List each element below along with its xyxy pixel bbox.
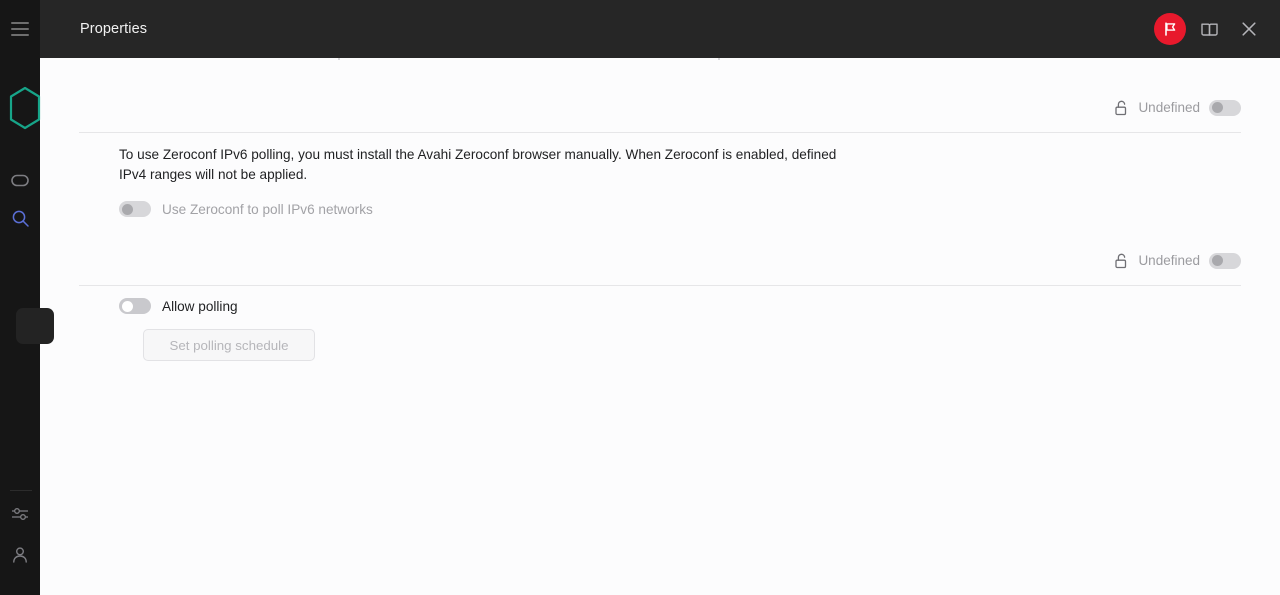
zeroconf-description: To use Zeroconf IPv6 polling, you must i…: [119, 147, 837, 182]
unlock-icon: [1115, 253, 1127, 268]
user-icon: [13, 547, 27, 563]
book-button[interactable]: [1192, 12, 1226, 46]
app-window: Properties Undefined To use Zeroconf IPv…: [0, 0, 1280, 595]
toggle-knob: [1212, 255, 1223, 266]
toggle-knob: [1212, 102, 1223, 113]
sidebar-active-item[interactable]: [16, 308, 54, 344]
tab-marker: [718, 58, 720, 60]
zeroconf-toggle[interactable]: [119, 201, 151, 217]
undefined-row: Undefined: [79, 83, 1241, 133]
hamburger-menu-icon: [11, 22, 29, 36]
left-sidebar: [0, 0, 54, 595]
set-polling-schedule-button[interactable]: Set polling schedule: [143, 329, 315, 361]
sidebar-item-user[interactable]: [0, 537, 40, 573]
unlock-icon: [1115, 100, 1127, 115]
close-button[interactable]: [1232, 12, 1266, 46]
undefined-label: Undefined: [1138, 100, 1200, 115]
zeroconf-toggle-label: Use Zeroconf to poll IPv6 networks: [162, 201, 373, 217]
allow-polling-toggle[interactable]: [119, 298, 151, 314]
zeroconf-toggle-row: Use Zeroconf to poll IPv6 networks: [119, 201, 1019, 217]
sidebar-item-search[interactable]: [0, 200, 40, 236]
sidebar-item-tag[interactable]: [0, 162, 40, 198]
toggle-knob: [122, 300, 133, 312]
undefined-toggle[interactable]: [1209, 99, 1241, 116]
tune-icon: [12, 508, 28, 520]
allow-polling-row: Allow polling: [119, 298, 315, 314]
tag-icon: [11, 174, 29, 186]
polling-section: Allow polling Set polling schedule: [119, 298, 315, 361]
hexagon-logo: [8, 86, 42, 130]
undefined-toggle[interactable]: [1209, 252, 1241, 269]
search-icon: [12, 210, 29, 227]
close-icon: [1242, 22, 1256, 36]
tab-marker: [338, 58, 340, 60]
toggle-knob: [122, 203, 133, 215]
properties-panel: Undefined To use Zeroconf IPv6 polling, …: [40, 58, 1280, 595]
window-header: Properties: [40, 0, 1280, 58]
header-actions: [1154, 12, 1280, 46]
book-icon: [1200, 23, 1218, 36]
zeroconf-section: To use Zeroconf IPv6 polling, you must i…: [119, 145, 1019, 217]
sidebar-divider: [10, 490, 32, 491]
flag-icon: [1165, 22, 1176, 36]
flag-button[interactable]: [1154, 13, 1186, 45]
page-title: Properties: [80, 21, 148, 37]
undefined-row: Undefined: [79, 236, 1241, 286]
undefined-label: Undefined: [1138, 253, 1200, 268]
sidebar-item-settings[interactable]: [0, 496, 40, 532]
allow-polling-label: Allow polling: [162, 298, 238, 314]
hamburger-menu-button[interactable]: [0, 0, 40, 58]
